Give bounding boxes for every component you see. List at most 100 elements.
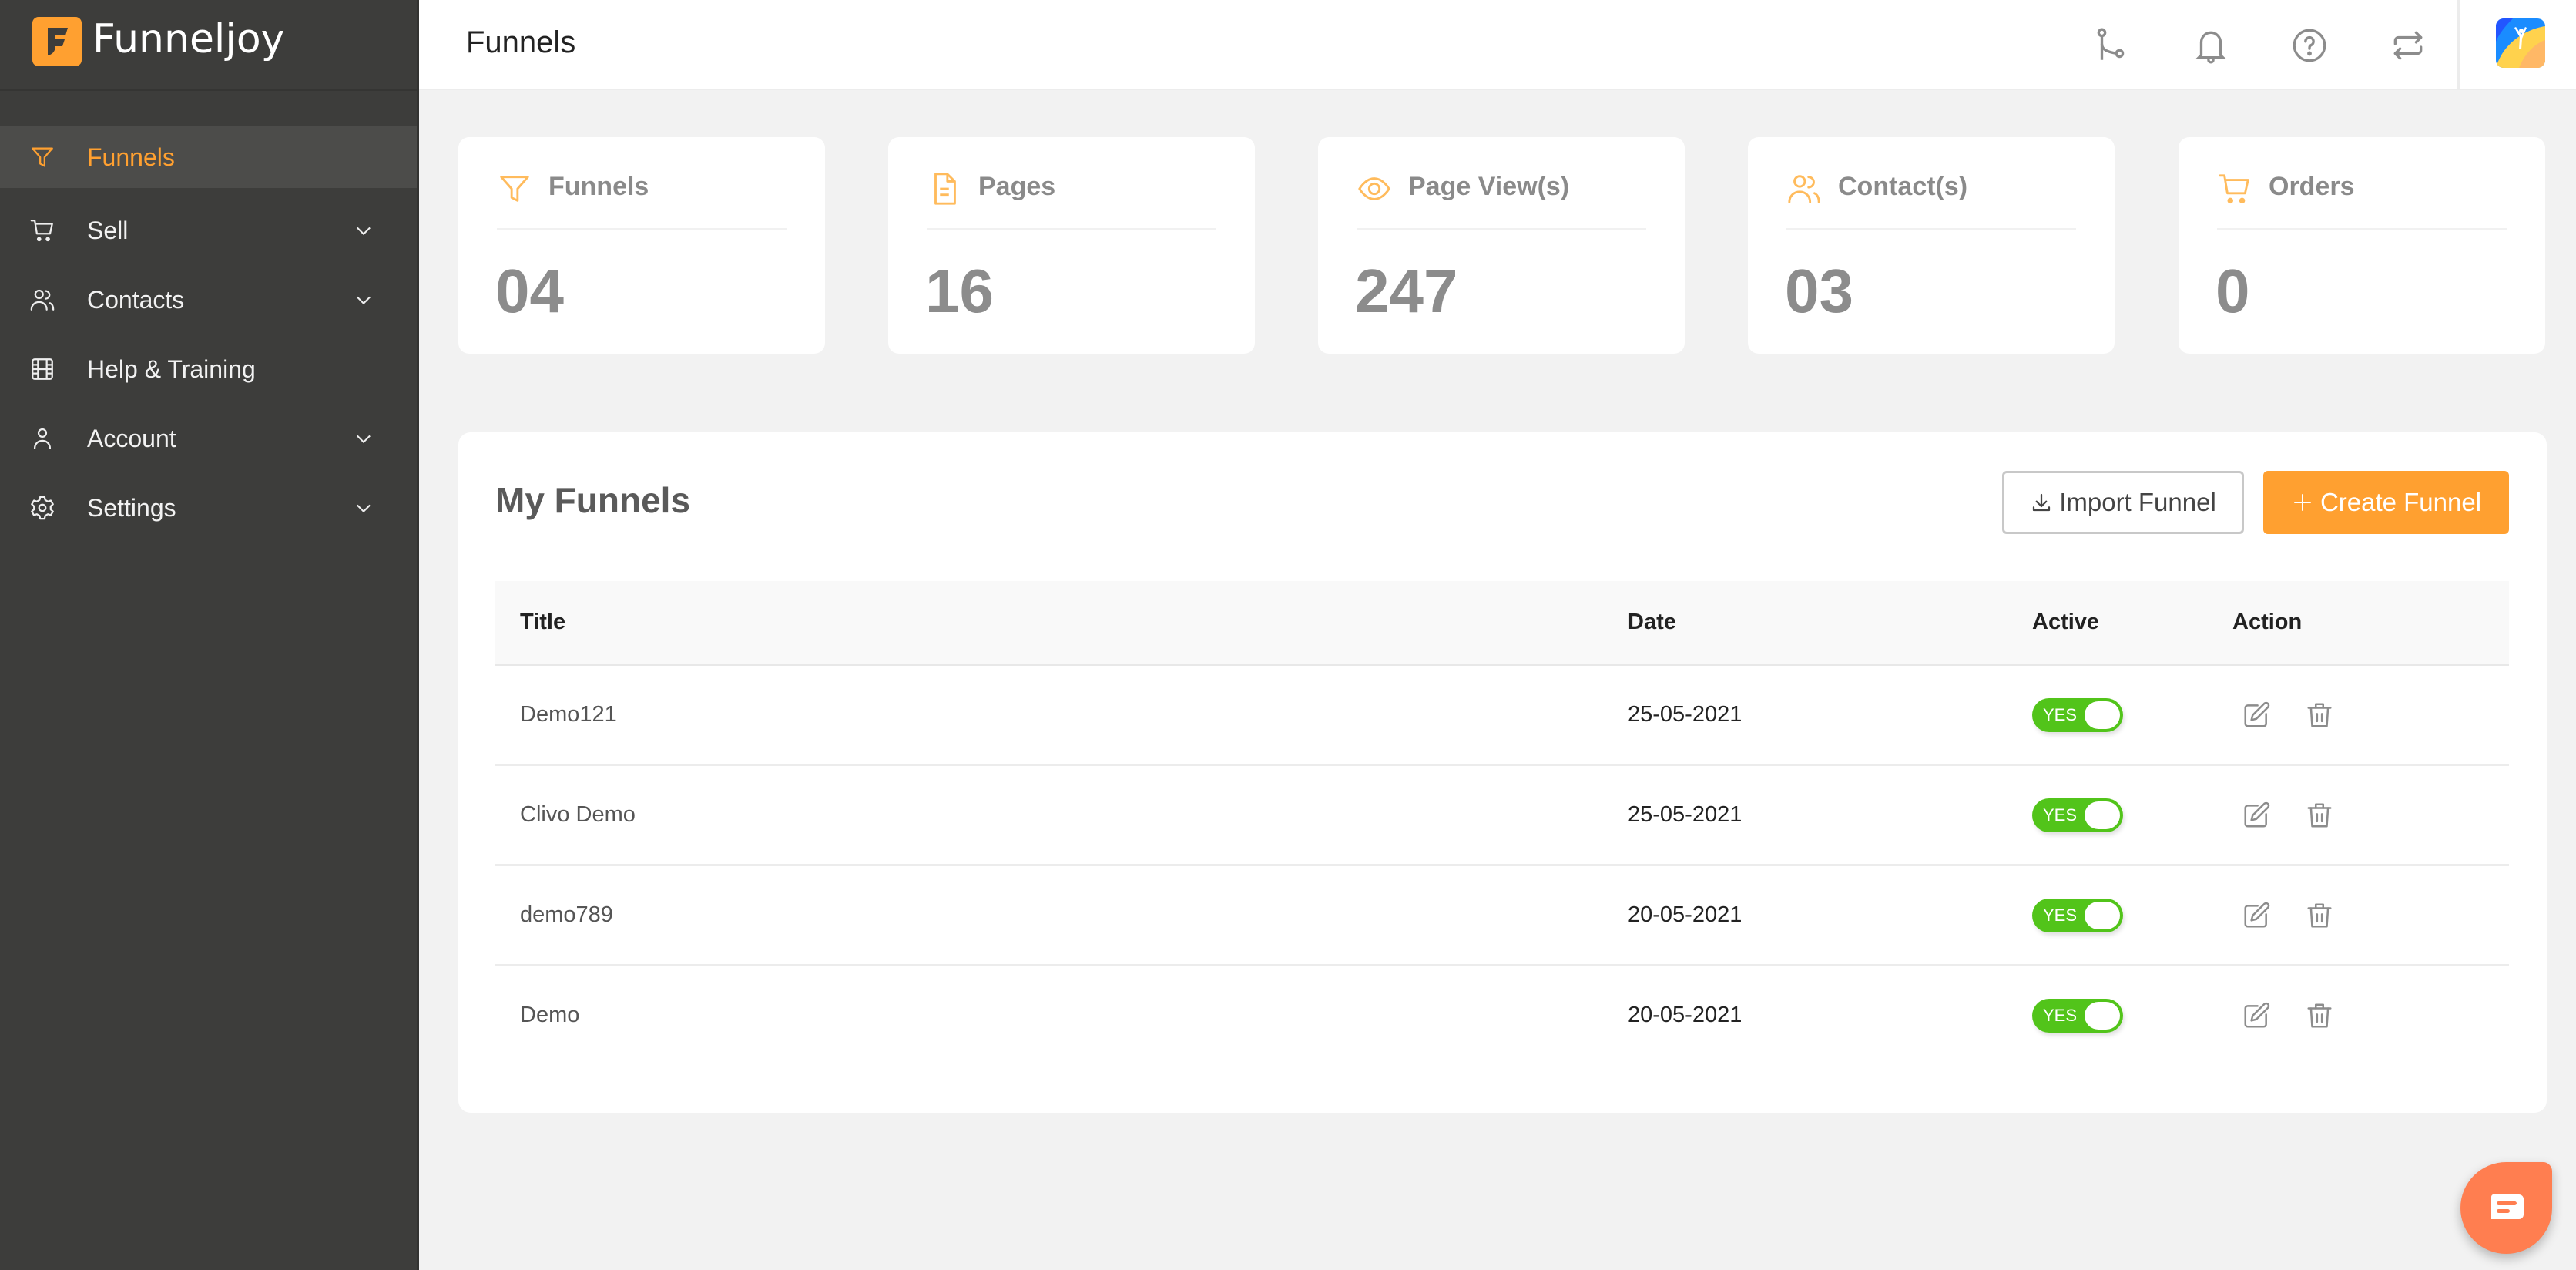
film-icon xyxy=(32,358,53,380)
stat-value: 16 xyxy=(925,257,994,325)
active-toggle[interactable]: YES xyxy=(2032,798,2123,832)
sidebar-item-funnels[interactable]: Funnels xyxy=(0,126,417,188)
sidebar-item-label: Settings xyxy=(87,493,176,522)
edit-icon[interactable] xyxy=(2242,900,2271,931)
divider xyxy=(1786,228,2076,230)
sidebar-item-label: Funnels xyxy=(87,143,175,171)
stat-value: 03 xyxy=(1785,257,1853,325)
active-toggle[interactable]: YES xyxy=(2032,899,2123,932)
toggle-knob xyxy=(2085,801,2120,829)
table-row: Clivo Demo 25-05-2021 YES xyxy=(495,766,2509,866)
trash-icon[interactable] xyxy=(2305,1000,2334,1031)
page-title: Funnels xyxy=(466,25,576,59)
cart-icon xyxy=(2219,174,2249,204)
funnel-title[interactable]: Demo121 xyxy=(520,666,617,764)
sidebar-item-label: Sell xyxy=(87,216,129,244)
table-row: Demo 20-05-2021 YES xyxy=(495,966,2509,1067)
stat-card-funnels: Funnels 04 xyxy=(458,137,825,354)
sidebar-item-label: Account xyxy=(87,424,176,452)
help-icon[interactable] xyxy=(2290,26,2329,65)
sidebar-item-label: Contacts xyxy=(87,285,185,314)
column-header-date[interactable]: Date xyxy=(1628,581,1676,664)
stat-card-pages: Pages 16 xyxy=(888,137,1255,354)
column-header-action: Action xyxy=(2232,610,2303,634)
stat-value: 247 xyxy=(1355,257,1458,325)
plus-icon xyxy=(2293,494,2311,511)
stat-label: Funnels xyxy=(548,172,649,201)
import-funnel-button[interactable]: Import Funnel xyxy=(2002,471,2244,534)
import-funnel-label: Import Funnel xyxy=(2059,488,2216,516)
edit-icon[interactable] xyxy=(2242,1000,2271,1031)
chat-launcher-button[interactable] xyxy=(2460,1162,2552,1254)
stat-label: Orders xyxy=(2269,172,2355,201)
trash-icon[interactable] xyxy=(2305,900,2334,931)
sidebar-item-contacts[interactable]: Contacts xyxy=(0,265,417,334)
sync-icon[interactable] xyxy=(2389,26,2427,65)
create-funnel-button[interactable]: Create Funnel xyxy=(2263,471,2509,534)
divider xyxy=(927,228,1216,230)
edit-icon[interactable] xyxy=(2242,700,2271,731)
toggle-knob xyxy=(2085,701,2120,729)
avatar[interactable] xyxy=(2496,18,2545,68)
eye-icon xyxy=(1358,177,1390,200)
stat-label: Page View(s) xyxy=(1408,172,1570,201)
my-funnels-panel: My Funnels Import Funnel Create Funnel T… xyxy=(458,432,2547,1113)
chevron-down-icon xyxy=(357,435,371,444)
column-header-title[interactable]: Title xyxy=(520,581,565,664)
stat-value: 0 xyxy=(2215,257,2250,325)
sidebar-item-label: Help & Training xyxy=(87,354,256,383)
toggle-label: YES xyxy=(2043,805,2078,825)
sidebar: Funneljoy Funnels Sell Contacts Help & T… xyxy=(0,0,419,1270)
brand-name: Funneljoy xyxy=(92,16,285,62)
edit-icon[interactable] xyxy=(2242,800,2271,831)
toggle-knob xyxy=(2085,902,2120,929)
bell-icon[interactable] xyxy=(2192,26,2230,65)
user-icon xyxy=(33,428,52,449)
funnels-table: Title Date Active Action Demo121 25-05-20… xyxy=(495,581,2509,1067)
top-bar: Funnels xyxy=(419,0,2576,90)
users-icon xyxy=(1788,175,1820,203)
chat-icon xyxy=(2490,1194,2524,1219)
stat-label: Pages xyxy=(978,172,1056,201)
users-icon xyxy=(30,289,55,311)
active-toggle[interactable]: YES xyxy=(2032,999,2123,1033)
toggle-knob xyxy=(2085,1002,2120,1030)
funnel-icon xyxy=(32,147,53,167)
divider xyxy=(497,228,787,230)
toggle-label: YES xyxy=(2043,1006,2078,1025)
panel-title: My Funnels xyxy=(495,480,691,520)
sidebar-item-account[interactable]: Account xyxy=(0,404,417,473)
chevron-down-icon xyxy=(357,504,371,513)
table-header: Title Date Active Action xyxy=(495,581,2509,666)
stat-card-orders: Orders 0 xyxy=(2179,137,2545,354)
funnel-date: 20-05-2021 xyxy=(1628,902,1742,927)
sidebar-item-settings[interactable]: Settings xyxy=(0,473,417,543)
stat-card-page-views: Page View(s) 247 xyxy=(1318,137,1685,354)
top-bar-divider xyxy=(2457,0,2460,90)
funnel-title[interactable]: Demo xyxy=(520,966,579,1064)
funnel-title[interactable]: Clivo Demo xyxy=(520,766,636,864)
brand[interactable]: Funneljoy xyxy=(0,0,417,91)
toggle-label: YES xyxy=(2043,905,2078,925)
divider xyxy=(1357,228,1646,230)
chevron-down-icon xyxy=(357,227,371,236)
branch-icon[interactable] xyxy=(2092,26,2131,65)
divider xyxy=(2217,228,2507,230)
stat-card-contacts: Contact(s) 03 xyxy=(1748,137,2115,354)
active-toggle[interactable]: YES xyxy=(2032,698,2123,732)
stat-value: 04 xyxy=(495,257,564,325)
funnel-date: 20-05-2021 xyxy=(1628,1003,1742,1027)
sidebar-item-sell[interactable]: Sell xyxy=(0,196,417,265)
funnel-date: 25-05-2021 xyxy=(1628,802,1742,827)
sidebar-nav: Funnels Sell Contacts Help & Training Ac… xyxy=(0,126,417,543)
table-row: Demo121 25-05-2021 YES xyxy=(495,666,2509,766)
sidebar-item-help-training[interactable]: Help & Training xyxy=(0,334,417,404)
trash-icon[interactable] xyxy=(2305,700,2334,731)
brand-logo-icon xyxy=(32,17,82,66)
funnel-icon xyxy=(500,176,529,202)
column-header-active: Active xyxy=(2032,610,2100,634)
funnel-title[interactable]: demo789 xyxy=(520,866,613,964)
gear-icon xyxy=(31,496,54,520)
trash-icon[interactable] xyxy=(2305,800,2334,831)
table-row: demo789 20-05-2021 YES xyxy=(495,866,2509,966)
